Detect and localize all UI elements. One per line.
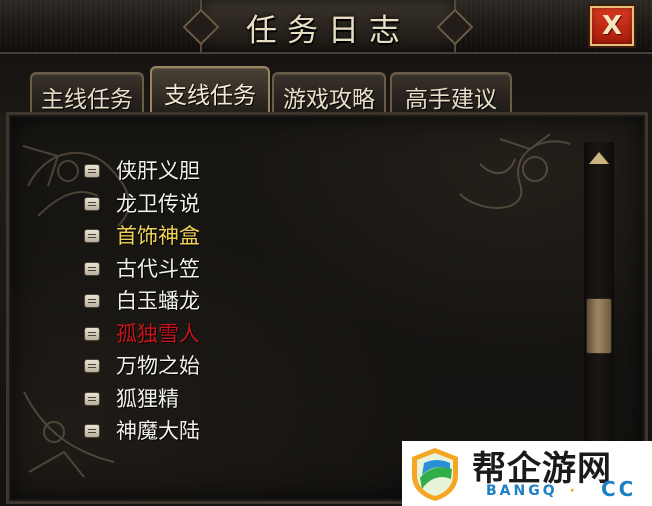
quest-label: 狐狸精 [116, 386, 179, 411]
scroll-icon [85, 295, 99, 307]
tab-expert-tips[interactable]: 高手建议 [390, 72, 512, 114]
watermark-dot: · [569, 483, 578, 499]
tab-main-quests[interactable]: 主线任务 [30, 72, 144, 114]
close-icon: X [601, 11, 623, 41]
scroll-icon [85, 197, 99, 210]
scroll-icon [85, 165, 99, 177]
watermark-domain: CC [601, 477, 637, 501]
scroll-icon [85, 230, 99, 242]
tab-side-quests[interactable]: 支线任务 [150, 66, 270, 114]
scroll-icon [85, 392, 99, 405]
scroll-thumb[interactable] [586, 298, 612, 354]
corner-ornament-icon [459, 133, 571, 209]
scroll-icon [85, 360, 99, 372]
tab-bar: 主线任务 支线任务 游戏攻略 高手建议 [0, 54, 652, 114]
quest-label: 古代斗笠 [116, 256, 200, 281]
shield-logo-icon [412, 448, 458, 501]
scroll-icon [85, 327, 99, 340]
scroll-icon [85, 425, 99, 437]
quest-label: 白玉蟠龙 [116, 289, 200, 313]
tab-game-guide[interactable]: 游戏攻略 [272, 72, 386, 114]
tab-label: 支线任务 [164, 83, 256, 109]
window-title: 任务日志 [246, 13, 410, 49]
quest-label: 侠肝义胆 [116, 159, 200, 183]
quest-label: 龙卫传说 [116, 191, 200, 216]
tab-label: 游戏攻略 [283, 87, 375, 113]
quest-log-window: 任务日志 X 主线任务 支线任务 游戏攻略 高手建议 侠肝义胆 龙卫传说 首饰神… [0, 0, 652, 506]
tab-label: 高手建议 [405, 87, 497, 113]
title-bar: 任务日志 X [0, 0, 652, 54]
quest-label: 万物之始 [116, 354, 200, 378]
watermark-subtitle: BANGQ · CC [486, 477, 633, 501]
close-button[interactable]: X [590, 6, 634, 46]
scroll-up-button[interactable] [587, 148, 611, 168]
watermark-brand: BANGQ [486, 483, 558, 499]
tab-label: 主线任务 [41, 87, 133, 113]
quest-label: 首饰神盒 [116, 224, 200, 248]
scroll-icon [85, 262, 99, 275]
title-plaque: 任务日志 [200, 0, 456, 52]
quest-label: 神魔大陆 [116, 419, 200, 443]
triangle-up-icon [589, 152, 609, 164]
quest-label: 孤独雪人 [116, 321, 200, 346]
scrollbar[interactable] [584, 142, 614, 442]
watermark: 帮企游网 BANGQ · CC [402, 441, 652, 506]
